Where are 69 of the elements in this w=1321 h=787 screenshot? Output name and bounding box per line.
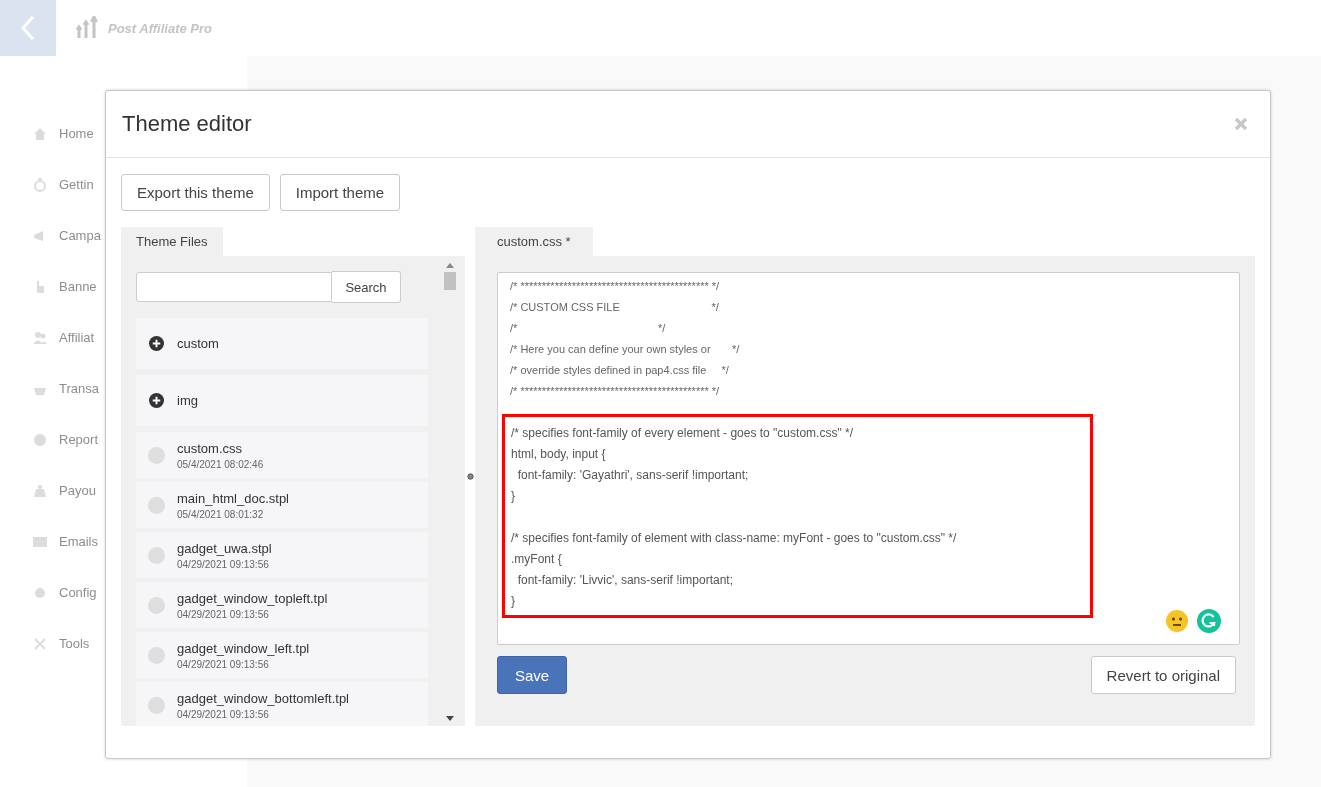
app-name: Post Affiliate Pro — [108, 20, 213, 36]
code-line: } — [511, 593, 516, 610]
file-date: 04/29/2021 09:13:56 — [177, 608, 270, 620]
file-dot-icon — [148, 596, 165, 614]
code-line: } — [511, 488, 516, 505]
code-line: /* */ — [510, 321, 667, 336]
close-icon[interactable] — [1234, 117, 1248, 131]
code-line: font-family: 'Gayathri', sans-serif !important; — [516, 467, 750, 484]
code-line: /* Here you can define your own styles or */ — [510, 342, 741, 357]
plus-icon[interactable] — [149, 393, 164, 408]
file-name: gadget_uwa.stpl — [177, 540, 272, 556]
search-field[interactable] — [136, 272, 332, 302]
code-line: /* CUSTOM CSS FILE */ — [510, 300, 720, 315]
tools-icon[interactable] — [33, 636, 47, 651]
code-line: /* ******************************************** */ — [510, 279, 721, 294]
file-name: main_html_doc.stpl — [177, 490, 289, 506]
toolbar-button[interactable]: Import theme — [279, 174, 401, 211]
grammar-g-icon[interactable] — [1197, 609, 1221, 633]
file-name: gadget_window_bottomleft.tpl — [177, 690, 349, 706]
revert-button[interactable]: Revert to original — [1090, 656, 1236, 694]
file-list-item[interactable]: gadget_window_left.tpl 04/29/2021 09:13:56 — [136, 632, 428, 678]
code-line: font-family: 'Livvic', sans-serif !important; — [516, 572, 734, 589]
file-date: 05/4/2021 08:02:46 — [177, 458, 264, 470]
save-button[interactable]: Save — [497, 656, 568, 694]
scroll-thumb[interactable] — [444, 272, 456, 290]
file-list-item[interactable]: gadget_uwa.stpl 04/29/2021 09:13:56 — [136, 532, 428, 578]
bag-icon[interactable] — [33, 483, 47, 498]
file-dot-icon — [148, 546, 165, 564]
neutral-emoji-icon[interactable] — [1165, 609, 1189, 633]
file-date: 04/29/2021 09:13:56 — [177, 658, 270, 670]
file-list-item[interactable]: gadget_window_topleft.tpl 04/29/2021 09:13:56 — [136, 582, 428, 628]
theme-files-tab[interactable]: Theme Files — [121, 227, 223, 256]
toolbar-button[interactable]: Export this theme — [121, 174, 270, 211]
file-date: 05/4/2021 08:01:32 — [177, 508, 265, 520]
scroll-up-icon[interactable] — [446, 262, 454, 268]
splitter-handle-icon[interactable] — [466, 473, 474, 480]
folder-name: img — [177, 393, 198, 408]
back-button[interactable] — [0, 0, 56, 56]
dialog-title: Theme editor — [122, 111, 252, 137]
file-list-item[interactable]: custom — [136, 318, 428, 369]
file-list-item[interactable]: img — [136, 375, 428, 426]
editor-tab[interactable]: custom.css * — [475, 227, 593, 256]
code-line: html, body, input { — [511, 446, 607, 463]
file-list-item[interactable]: custom.css 05/4/2021 08:02:46 — [136, 432, 428, 478]
file-dot-icon — [148, 696, 165, 714]
code-line: .myFont { — [511, 551, 563, 568]
timer-icon[interactable] — [33, 177, 47, 192]
file-date: 04/29/2021 09:13:56 — [177, 708, 270, 720]
code-editor[interactable] — [497, 272, 1240, 645]
mail-icon[interactable] — [33, 534, 47, 549]
code-line: /* specifies font-family of element with class-name: myFont - goes to "custom.css" */ — [511, 530, 958, 547]
file-dot-icon — [148, 496, 165, 514]
home-icon[interactable] — [33, 126, 47, 141]
code-line: /* specifies font-family of every element - goes to "custom.css" */ — [511, 425, 854, 442]
file-dot-icon — [148, 446, 165, 464]
file-dot-icon — [148, 646, 165, 664]
file-date: 04/29/2021 09:13:56 — [177, 558, 270, 570]
code-line: /* ******************************************** */ — [510, 384, 721, 399]
file-list-item[interactable]: gadget_window_bottomleft.tpl 04/29/2021 09:13:56 — [136, 682, 428, 726]
folder-name: custom — [177, 336, 219, 351]
users-icon[interactable] — [33, 330, 47, 345]
file-name: gadget_window_topleft.tpl — [177, 590, 328, 606]
file-list-item[interactable]: main_html_doc.stpl 05/4/2021 08:01:32 — [136, 482, 428, 528]
file-name: custom.css — [177, 440, 243, 456]
code-line: /* override styles defined in pap4.css file */ — [510, 363, 730, 378]
plus-icon[interactable] — [149, 336, 164, 351]
search-button[interactable]: Search — [332, 271, 401, 303]
scroll-down-icon[interactable] — [446, 716, 454, 722]
file-name: gadget_window_left.tpl — [177, 640, 310, 656]
